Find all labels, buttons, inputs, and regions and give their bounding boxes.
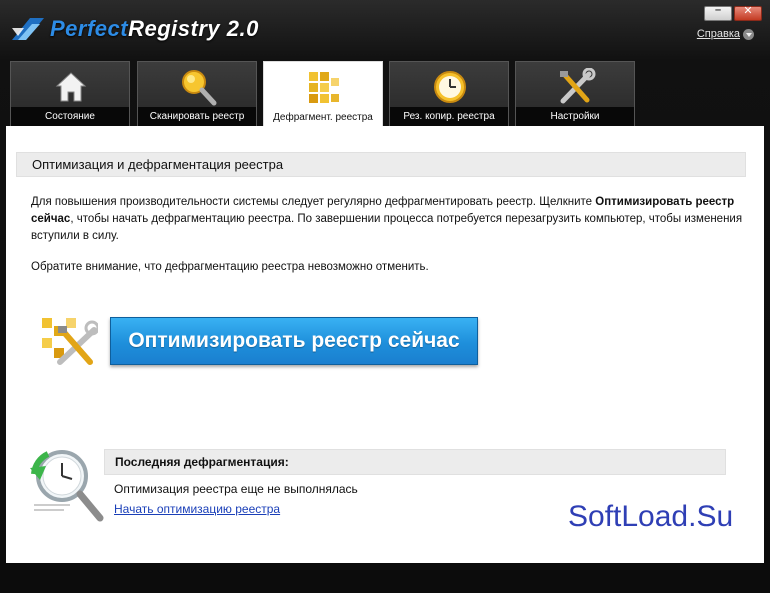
last-defrag-status: Оптимизация реестра еще не выполнялась [114,482,358,496]
last-defrag-heading: Последняя дефрагментация: [104,449,726,475]
start-optimization-link[interactable]: Начать оптимизацию реестра [114,502,280,516]
app-window: PerfectRegistry 2.0 – ✕ Справка Состояни… [0,0,770,593]
tab-label: Дефрагмент. реестра [264,108,382,128]
app-title-part1: Perfect [50,16,129,41]
warning-text: Обратите внимание, что дефрагментацию ре… [31,261,429,273]
tab-defrag[interactable]: Дефрагмент. реестра [263,61,383,128]
tools-icon [556,67,596,106]
backup-clock-icon [430,68,470,106]
chevron-down-icon [743,28,754,40]
app-title: PerfectRegistry 2.0 [50,16,259,42]
content-panel: Оптимизация и дефрагментация реестра Для… [6,126,764,563]
optimize-now-button[interactable]: Оптимизировать реестр сейчас [110,317,478,365]
help-menu[interactable]: Справка [697,28,754,40]
description-text-part2: , чтобы начать дефрагментацию реестра. П… [31,213,743,242]
minimize-button[interactable]: – [704,4,732,21]
tab-label: Рез. копир. реестра [390,107,508,127]
app-title-part2: Registry 2.0 [128,16,259,41]
tab-label: Состояние [11,107,129,127]
tab-label: Сканировать реестр [138,107,256,127]
app-logo: PerfectRegistry 2.0 [10,12,259,46]
tab-label: Настройки [516,107,634,127]
close-icon: ✕ [743,5,753,17]
logo-swoosh-icon [10,14,46,44]
tab-scan[interactable]: Сканировать реестр [137,61,257,127]
watermark: SoftLoad.Su [568,500,734,533]
tab-backup[interactable]: Рез. копир. реестра [389,61,509,127]
home-icon [51,68,91,106]
description-text-part1: Для повышения производительности системы… [31,196,596,208]
tab-status[interactable]: Состояние [10,61,130,127]
window-controls: – ✕ [704,4,762,21]
defrag-tools-icon [40,316,100,366]
description-text: Для повышения производительности системы… [31,194,746,245]
defrag-blocks-icon [304,68,344,106]
close-button[interactable]: ✕ [734,5,762,21]
clock-magnifier-icon [28,446,108,526]
magnifier-icon [178,68,218,106]
section-title: Оптимизация и дефрагментация реестра [16,152,746,177]
help-label: Справка [696,28,740,40]
tab-settings[interactable]: Настройки [515,61,635,127]
minimize-icon: – [714,4,722,16]
